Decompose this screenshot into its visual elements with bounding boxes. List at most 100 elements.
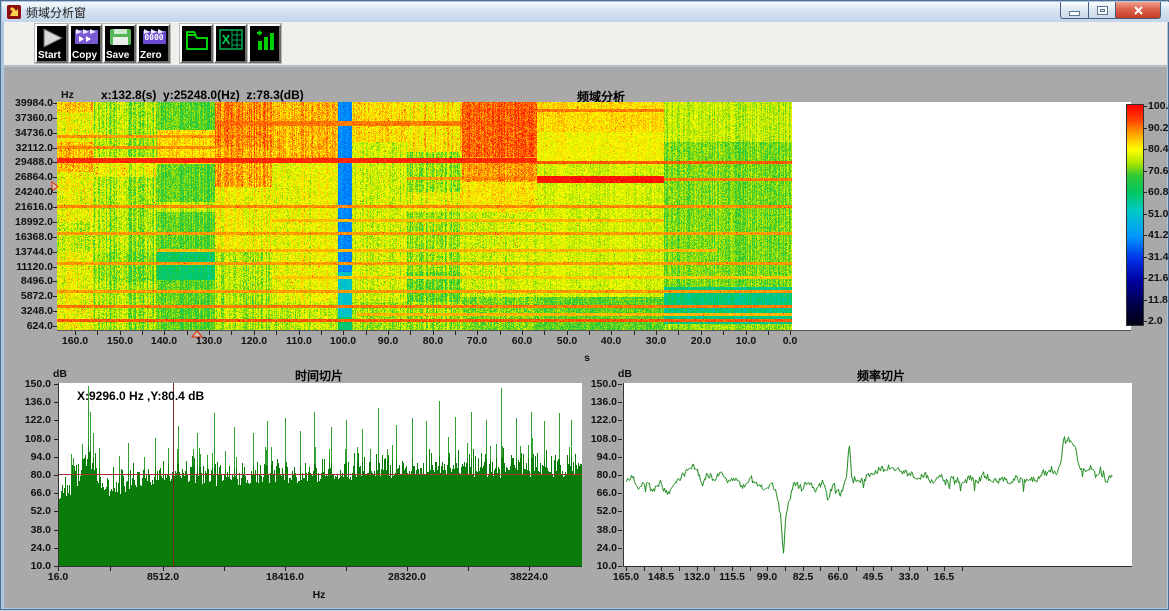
spectrogram-y-tick: 39984.0 bbox=[1, 97, 53, 109]
time-slice-y-tickmark bbox=[54, 493, 58, 494]
time-slice-x-tick: 28320.0 bbox=[381, 571, 433, 583]
time-slice-x-tickmark bbox=[58, 567, 59, 571]
freq-slice-y-tickmark bbox=[618, 493, 622, 494]
colorbar-tickmark bbox=[1143, 300, 1147, 301]
spectrogram-y-tickmark bbox=[53, 267, 57, 268]
time-slice-y-tick: 24.0 bbox=[1, 542, 51, 554]
freq-slice-x-tickmark bbox=[732, 567, 733, 571]
time-slice-canvas[interactable] bbox=[58, 383, 582, 567]
spectrogram-y-tickmark bbox=[53, 296, 57, 297]
spectrogram-y-tickmark bbox=[53, 252, 57, 253]
freq-slice-y-tick: 122.0 bbox=[567, 414, 617, 426]
spectrogram-x-tick: 10.0 bbox=[724, 335, 768, 347]
freq-slice-y-tickmark bbox=[618, 457, 622, 458]
freq-slice-x-tickmark bbox=[873, 567, 874, 571]
time-slice-y-tick: 94.0 bbox=[1, 451, 51, 463]
time-slice-x-tick: 8512.0 bbox=[137, 571, 189, 583]
time-slice-y-tickmark bbox=[54, 475, 58, 476]
colorbar-tick: 2.0 bbox=[1148, 315, 1163, 327]
spectrogram-canvas[interactable] bbox=[57, 102, 1131, 331]
freq-slice-y-tickmark bbox=[618, 530, 622, 531]
spectrogram-x-tick: 120.0 bbox=[232, 335, 276, 347]
spectrogram-y-tickmark bbox=[53, 326, 57, 327]
freq-slice-y-tickmark bbox=[618, 566, 622, 567]
time-slice-y-tickmark bbox=[54, 457, 58, 458]
freq-slice-canvas[interactable] bbox=[623, 383, 1132, 567]
freq-slice-y-tick: 38.0 bbox=[567, 524, 617, 536]
freq-slice-y-tickmark bbox=[618, 402, 622, 403]
spectrogram-y-tickmark bbox=[53, 311, 57, 312]
freq-slice-x-tickmark bbox=[838, 567, 839, 571]
spectrogram-y-tick: 624.0 bbox=[1, 320, 53, 332]
time-slice-title: 时间切片 bbox=[239, 367, 399, 384]
spectrogram-y-tickmark bbox=[53, 177, 57, 178]
time-slice-x-tick: 18416.0 bbox=[259, 571, 311, 583]
time-slice-x-tickmark bbox=[163, 567, 164, 571]
time-slice-y-tickmark bbox=[54, 420, 58, 421]
cursor-readout: x:132.8(s) y:25248.0(Hz) z:78.3(dB) bbox=[101, 88, 304, 102]
spectrogram-y-tick: 11120.0 bbox=[1, 261, 53, 273]
freq-slice-y-unit: dB bbox=[618, 368, 632, 380]
colorbar-tick: 60.8 bbox=[1148, 186, 1168, 198]
time-slice-y-tick: 52.0 bbox=[1, 505, 51, 517]
colorbar-tickmark bbox=[1143, 128, 1147, 129]
freq-slice-y-tickmark bbox=[618, 475, 622, 476]
spectrogram-y-tickmark bbox=[53, 237, 57, 238]
freq-slice-y-tickmark bbox=[618, 420, 622, 421]
spectrogram-x-tick: 70.0 bbox=[455, 335, 499, 347]
spectrogram-y-tick: 16368.0 bbox=[1, 231, 53, 243]
time-slice-y-tickmark bbox=[54, 530, 58, 531]
colorbar-tick: 80.4 bbox=[1148, 143, 1168, 155]
freq-slice-y-tick: 66.0 bbox=[567, 487, 617, 499]
colorbar-tickmark bbox=[1143, 278, 1147, 279]
spectrogram-x-tick: 140.0 bbox=[142, 335, 186, 347]
spectrogram-y-tick: 32112.0 bbox=[1, 142, 53, 154]
spectrogram-y-tickmark bbox=[53, 133, 57, 134]
colorbar-tickmark bbox=[1143, 235, 1147, 236]
spectrogram-x-tick: 60.0 bbox=[500, 335, 544, 347]
time-slice-y-tick: 38.0 bbox=[1, 524, 51, 536]
spectrogram-y-tick: 18992.0 bbox=[1, 216, 53, 228]
colorbar-tick: 90.2 bbox=[1148, 122, 1168, 134]
colorbar-tick: 100.0 bbox=[1148, 100, 1169, 112]
freq-slice-y-tickmark bbox=[618, 439, 622, 440]
spectrogram-y-tickmark bbox=[53, 103, 57, 104]
spectrogram-y-tickmark bbox=[53, 148, 57, 149]
spectrogram-y-tickmark bbox=[53, 162, 57, 163]
freq-slice-y-tick: 24.0 bbox=[567, 542, 617, 554]
time-slice-y-tick: 150.0 bbox=[1, 378, 51, 390]
spectrogram-y-tick: 3248.0 bbox=[1, 305, 53, 317]
freq-slice-x-tickmark bbox=[803, 567, 804, 571]
freq-slice-x-tick: 16.5 bbox=[920, 571, 968, 583]
spectrogram-x-tick: 20.0 bbox=[679, 335, 723, 347]
spectrogram-x-tick: 40.0 bbox=[589, 335, 633, 347]
spectrogram-y-tick: 26864.0 bbox=[1, 171, 53, 183]
colorbar-tickmark bbox=[1143, 106, 1147, 107]
colorbar-tickmark bbox=[1143, 149, 1147, 150]
spectrogram-y-tick: 8496.0 bbox=[1, 275, 53, 287]
colorbar-tickmark bbox=[1143, 214, 1147, 215]
freq-slice-x-tickmark bbox=[661, 567, 662, 571]
spectrogram-y-unit: Hz bbox=[61, 89, 74, 101]
freq-slice-y-tick: 80.0 bbox=[567, 469, 617, 481]
time-slice-x-tickmark bbox=[285, 567, 286, 571]
time-slice-y-tickmark bbox=[54, 511, 58, 512]
time-slice-x-tickmark bbox=[468, 567, 469, 571]
time-slice-y-tick: 136.0 bbox=[1, 396, 51, 408]
spectrogram-y-tick: 29488.0 bbox=[1, 156, 53, 168]
freq-slice-y-tickmark bbox=[618, 511, 622, 512]
freq-slice-x-tickmark bbox=[909, 567, 910, 571]
freq-slice-x-tickmark bbox=[944, 567, 945, 571]
time-slice-y-tick: 66.0 bbox=[1, 487, 51, 499]
time-slice-y-tickmark bbox=[54, 439, 58, 440]
spectrogram-x-tick: 100.0 bbox=[321, 335, 365, 347]
freq-slice-y-tick: 150.0 bbox=[567, 378, 617, 390]
spectrogram-y-tick: 34736.0 bbox=[1, 127, 53, 139]
spectrogram-y-tickmark bbox=[53, 207, 57, 208]
spectrogram-y-tickmark bbox=[53, 222, 57, 223]
colorbar-tick: 11.8 bbox=[1148, 294, 1168, 306]
time-slice-y-tickmark bbox=[54, 402, 58, 403]
app-window: 频域分析窗 Start Copy Save 0000 Zero bbox=[0, 0, 1169, 610]
spectrogram-y-tickmark bbox=[53, 192, 57, 193]
spectrogram-y-tick: 37360.0 bbox=[1, 112, 53, 124]
